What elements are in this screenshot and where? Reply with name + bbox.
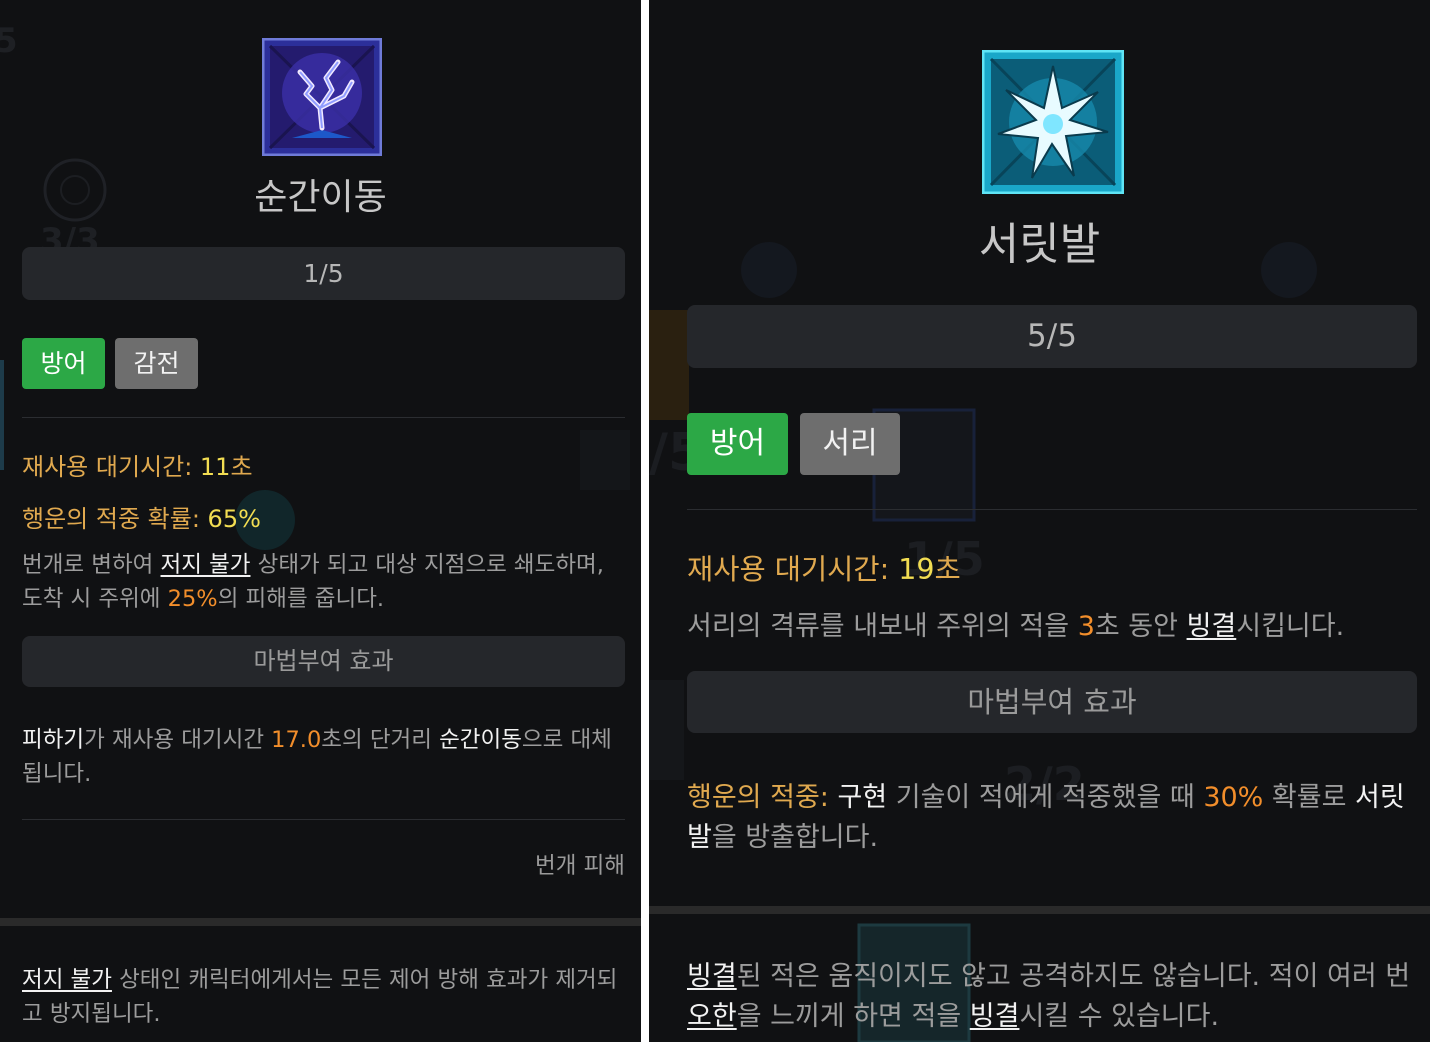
skill-description: 서리의 격류를 내보내 주위의 적을 3초 동안 빙결시킵니다. (687, 611, 1345, 642)
enchantment-description: 행운의 적중: 구현 기술이 적에게 적중했을 때 30% 확률로 서릿발을 방… (687, 782, 1405, 853)
separator-band (0, 918, 641, 926)
skill-tooltip-teleport: 3/3 5 순간이동 1/5 방어 감전 재사용 대기시간: 11초 행운의 적… (0, 0, 641, 1042)
skill-tooltip-frost-nova: /5 1/5 2/2 서릿발 5/5 방어 서리 재사용 대기시간: 19초 서… (649, 0, 1430, 1042)
skill-rank: 5/5 (687, 305, 1417, 368)
keyword-unstoppable: 저지 불가 (160, 552, 251, 578)
teleport-skill-icon (262, 38, 382, 156)
cooldown-stat: 재사용 대기시간: 11초 (22, 453, 253, 481)
lucky-hit-stat: 행운의 적중 확률: 65% (22, 505, 261, 533)
separator-band (649, 906, 1430, 914)
skill-title: 서릿발 (978, 219, 1101, 270)
keyword-chill: 오한 (687, 1001, 737, 1032)
skill-description: 번개로 변하여 저지 불가 상태가 되고 대상 지점으로 쇄도하며, 도착 시 … (22, 552, 604, 612)
tag-shock: 감전 (115, 338, 198, 389)
keyword-footnote: 저지 불가 상태인 캐릭터에게서는 모든 제어 방해 효과가 제거되고 방지됩니… (22, 967, 618, 1027)
frost-nova-skill-icon (982, 50, 1124, 194)
damage-type: 번개 피해 (535, 853, 625, 879)
cooldown-stat: 재사용 대기시간: 19초 (687, 553, 961, 586)
keyword-unstoppable: 저지 불가 (22, 967, 112, 993)
enchantment-header: 마법부여 효과 (687, 671, 1417, 733)
tag-frost: 서리 (800, 413, 900, 475)
enchantment-header: 마법부여 효과 (22, 636, 625, 687)
divider (22, 819, 625, 820)
keyword-frozen: 빙결 (1186, 611, 1237, 642)
skill-rank: 1/5 (22, 247, 625, 300)
keyword-footnote: 빙결된 적은 움직이지도 않고 공격하지도 않습니다. 적이 여러 번 오한을 … (687, 961, 1411, 1032)
enchantment-description: 피하기가 재사용 대기시간 17.0초의 단거리 순간이동으로 대체됩니다. (22, 727, 612, 787)
tag-defense: 방어 (22, 338, 105, 389)
skill-title: 순간이동 (254, 177, 387, 218)
keyword-frozen: 빙결 (969, 1001, 1020, 1032)
keyword-frozen: 빙결 (687, 961, 737, 992)
bg-rank-text: 5 (0, 21, 18, 61)
divider (687, 509, 1417, 510)
tag-defense: 방어 (687, 413, 788, 475)
divider (22, 417, 625, 418)
